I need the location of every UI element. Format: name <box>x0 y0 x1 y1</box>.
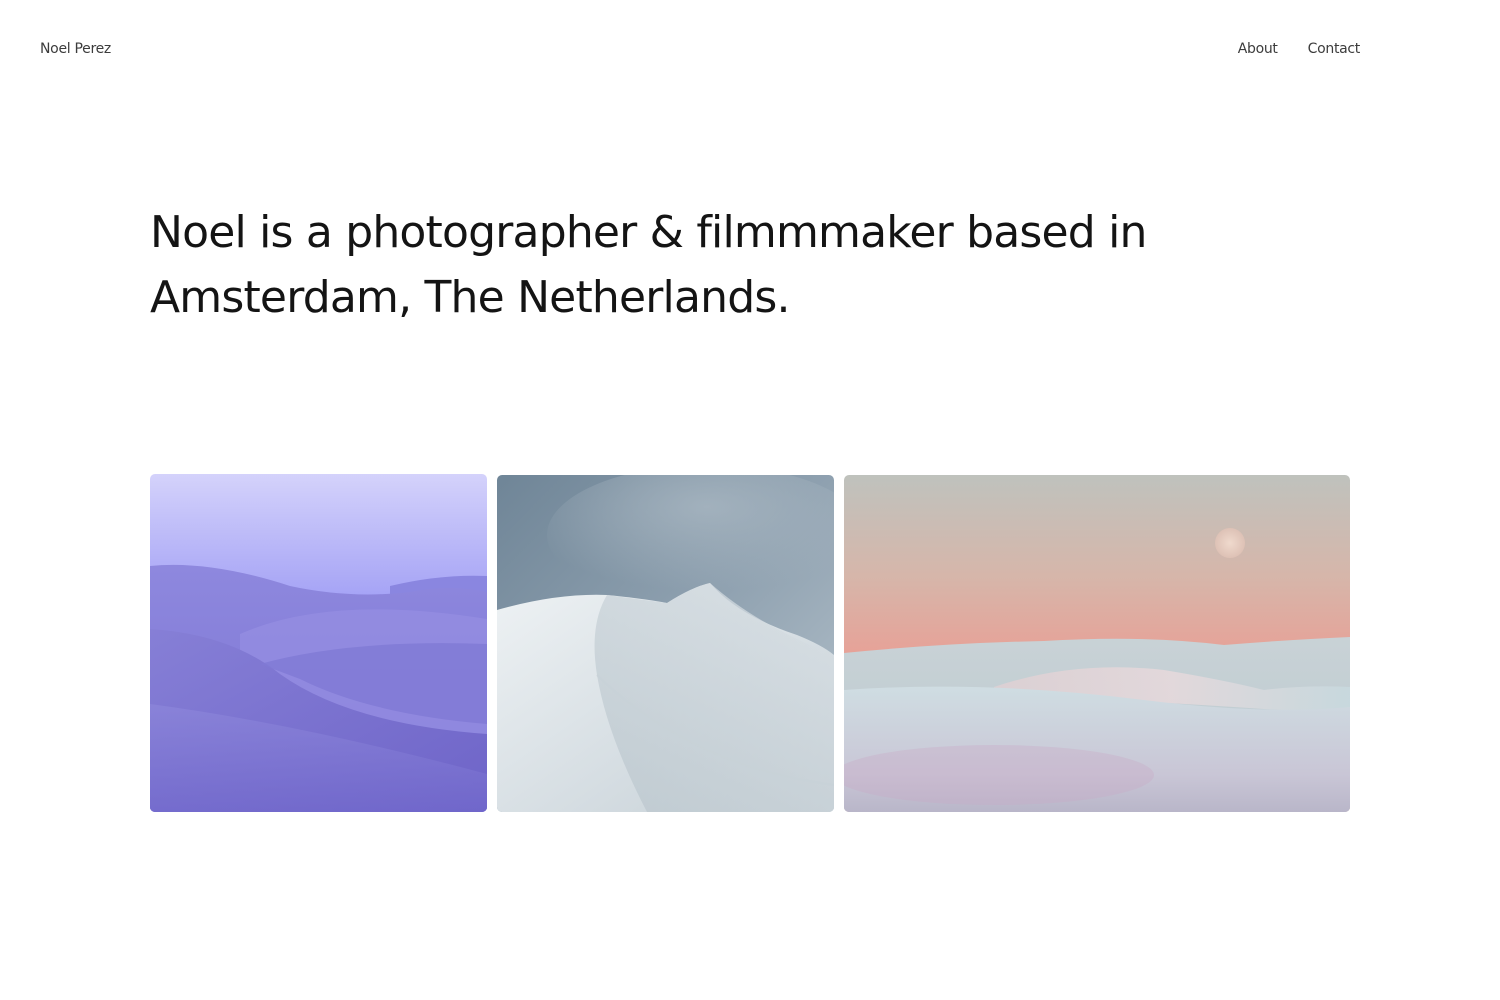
snow-ridge-image <box>497 475 834 812</box>
site-name[interactable]: Noel Perez <box>40 41 111 57</box>
nav-link-about[interactable]: About <box>1238 41 1278 57</box>
nav-link-contact[interactable]: Contact <box>1308 41 1361 57</box>
main-nav: About Contact <box>1238 41 1361 57</box>
sunset-dunes-image <box>844 475 1350 812</box>
violet-dunes-image <box>150 474 487 812</box>
photo-gallery <box>150 474 1350 812</box>
hero-headline: Noel is a photographer & filmmmaker base… <box>150 207 1147 323</box>
gallery-photo-snow-ridge[interactable] <box>497 475 834 812</box>
gallery-photo-sunset-dunes[interactable] <box>844 475 1350 812</box>
page: Noel Perez About Contact Noel is a photo… <box>0 0 1500 1000</box>
gallery-photo-violet-dunes[interactable] <box>150 474 487 812</box>
